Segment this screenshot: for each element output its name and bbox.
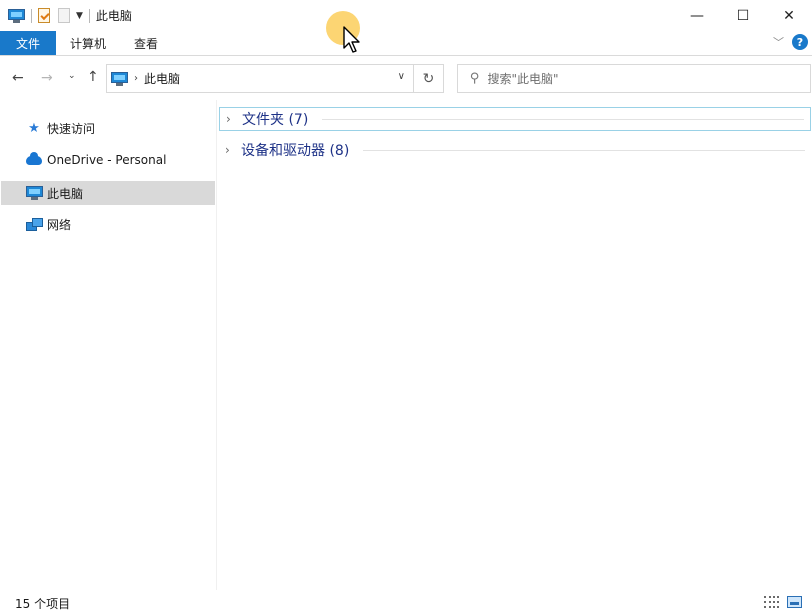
up-arrow-icon[interactable]: ↑ (87, 69, 99, 85)
details-view-icon[interactable] (764, 596, 779, 608)
nav-item-this-pc[interactable]: 此电脑 (1, 181, 215, 205)
status-bar: 15 个项目 (0, 590, 812, 616)
this-pc-icon[interactable] (8, 8, 25, 23)
nav-item-label: 快速访问 (47, 121, 96, 136)
help-icon[interactable]: ? (792, 34, 808, 50)
breadcrumb-chevron-icon[interactable]: › (134, 73, 138, 84)
chevron-right-icon[interactable]: › (226, 112, 240, 126)
quick-access-toolbar: ▼ 此电脑 (0, 0, 132, 31)
maximize-button[interactable]: ☐ (720, 0, 766, 31)
chevron-right-icon[interactable]: › (225, 143, 239, 157)
customize-toolbar-dropdown-icon[interactable]: ▼ (76, 11, 83, 21)
group-divider (322, 118, 804, 120)
this-pc-icon (25, 186, 43, 200)
tab-file[interactable]: 文件 (0, 31, 57, 55)
tab-view[interactable]: 查看 (120, 31, 172, 55)
file-explorer-window: ▼ 此电脑 — ☐ ✕ 文件 计算机 查看 ﹀ ? ← → ⌄ ↑ › 此电脑 … (0, 0, 812, 616)
address-bar[interactable]: › 此电脑 ∨ (106, 64, 414, 93)
new-folder-icon[interactable] (58, 8, 70, 23)
item-count: 15 个项目 (15, 596, 71, 611)
close-button[interactable]: ✕ (766, 0, 812, 31)
expand-ribbon-chevron-icon[interactable]: ﹀ (773, 34, 784, 50)
group-label: 设备和驱动器 (8) (241, 143, 350, 159)
tab-computer[interactable]: 计算机 (56, 31, 120, 55)
nav-item-label: OneDrive - Personal (47, 153, 167, 167)
star-icon: ★ (28, 120, 40, 136)
ribbon-tabs: 文件 计算机 查看 ﹀ ? (0, 31, 812, 56)
address-history-chevron-icon[interactable]: ∨ (398, 71, 405, 82)
search-icon: ⚲ (470, 71, 480, 86)
recent-locations-chevron-icon[interactable]: ⌄ (68, 71, 76, 81)
back-arrow-icon[interactable]: ← (12, 70, 24, 86)
navigation-pane: ★ 快速访问 OneDrive - Personal 此电脑 网络 (0, 100, 217, 590)
cloud-icon (26, 151, 42, 165)
nav-item-label: 网络 (47, 217, 72, 232)
window-title: 此电脑 (95, 9, 132, 23)
refresh-icon: ↻ (422, 70, 435, 87)
window-controls: — ☐ ✕ (674, 0, 812, 31)
mouse-cursor-icon (343, 26, 360, 53)
toolbar-separator (88, 8, 90, 23)
large-icons-view-icon[interactable] (787, 596, 802, 608)
search-box[interactable]: ⚲ 搜索"此电脑" (457, 64, 811, 93)
group-header-devices-and-drives[interactable]: › 设备和驱动器 (8) (219, 138, 811, 162)
content-area: › 文件夹 (7) › 设备和驱动器 (8) (218, 100, 812, 590)
view-switcher (764, 596, 802, 608)
ribbon-right-controls: ﹀ ? (773, 34, 808, 50)
this-pc-icon (111, 71, 128, 86)
title-bar: ▼ 此电脑 — ☐ ✕ (0, 0, 812, 31)
group-header-folders[interactable]: › 文件夹 (7) (219, 107, 811, 131)
nav-item-onedrive[interactable]: OneDrive - Personal (1, 148, 215, 172)
group-label: 文件夹 (7) (242, 112, 309, 128)
forward-arrow-icon[interactable]: → (41, 70, 53, 86)
toolbar-separator (31, 8, 32, 23)
breadcrumb-location[interactable]: 此电脑 (144, 70, 180, 87)
search-placeholder: 搜索"此电脑" (487, 72, 559, 86)
nav-item-label: 此电脑 (47, 186, 84, 201)
minimize-button[interactable]: — (674, 0, 720, 31)
properties-icon[interactable] (38, 8, 50, 23)
refresh-button[interactable]: ↻ (414, 64, 444, 93)
network-icon (26, 218, 43, 231)
group-divider (363, 149, 805, 151)
nav-item-quick-access[interactable]: ★ 快速访问 (1, 116, 215, 140)
nav-item-network[interactable]: 网络 (1, 212, 215, 236)
